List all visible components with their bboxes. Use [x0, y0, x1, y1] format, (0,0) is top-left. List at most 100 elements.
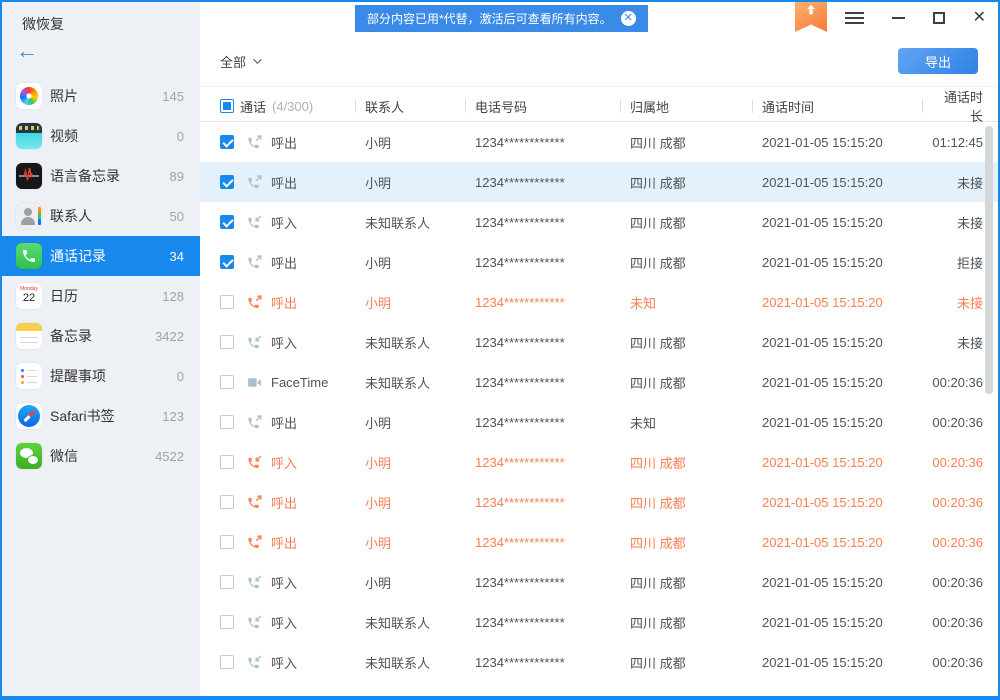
main-panel: 部分内容已用*代替，激活后可查看所有内容。 ✕ ✕ 全部 导出 [200, 2, 998, 696]
sidebar-item-voice-memos[interactable]: 语言备忘录 89 [2, 156, 200, 196]
call-time-cell: 2021-01-05 15:15:20 [752, 175, 922, 190]
row-checkbox[interactable] [220, 335, 234, 349]
duration-cell: 00:20:36 [922, 415, 998, 430]
call-time-cell: 2021-01-05 15:15:20 [752, 495, 922, 510]
sidebar-item-notes[interactable]: 备忘录 3422 [2, 316, 200, 356]
call-record-row[interactable]: 呼入 未知联系人 1234************ 四川 成都 2021-01-… [200, 202, 998, 242]
row-checkbox[interactable] [220, 415, 234, 429]
sidebar-item-safari-bookmarks[interactable]: Safari书签 123 [2, 396, 200, 436]
call-record-row[interactable]: FaceTime 未知联系人 1234************ 四川 成都 20… [200, 362, 998, 402]
row-checkbox[interactable] [220, 495, 234, 509]
sidebar-item-contacts[interactable]: 联系人 50 [2, 196, 200, 236]
call-record-row[interactable]: 呼入 小明 1234************ 四川 成都 2021-01-05 … [200, 442, 998, 482]
duration-cell: 00:20:36 [922, 535, 998, 550]
phone-number-cell: 1234************ [465, 175, 620, 190]
row-checkbox[interactable] [220, 175, 234, 189]
filter-dropdown[interactable]: 全部 [220, 52, 259, 71]
sidebar-nav: 照片 145 视频 0 语言备忘录 89 [2, 76, 200, 476]
phone-number-cell: 1234************ [465, 335, 620, 350]
sidebar-item-count: 128 [162, 289, 184, 304]
call-time-cell: 2021-01-05 15:15:20 [752, 615, 922, 630]
sidebar-item-calendar[interactable]: Monday 22 日历 128 [2, 276, 200, 316]
call-record-row[interactable]: 呼入 小明 1234************ 四川 成都 2021-01-05 … [200, 562, 998, 602]
duration-cell: 00:20:36 [922, 615, 998, 630]
close-icon[interactable]: ✕ [973, 10, 986, 26]
outgoing-call-icon [246, 414, 263, 431]
row-checkbox[interactable] [220, 655, 234, 669]
banner-close-icon[interactable]: ✕ [621, 11, 636, 26]
call-type-label: 呼出 [271, 493, 297, 512]
outgoing-call-icon [246, 534, 263, 551]
row-checkbox[interactable] [220, 215, 234, 229]
location-cell: 四川 成都 [620, 213, 752, 232]
menu-icon[interactable] [845, 12, 864, 24]
contact-cell: 小明 [355, 293, 465, 312]
location-cell: 四川 成都 [620, 133, 752, 152]
incoming-call-icon [246, 454, 263, 471]
call-type-label: 呼入 [271, 653, 297, 672]
contact-cell: 小明 [355, 573, 465, 592]
header-time-column: 通话时间 [752, 97, 922, 116]
row-checkbox[interactable] [220, 135, 234, 149]
select-all-checkbox[interactable] [220, 99, 234, 113]
duration-cell: 00:20:36 [922, 575, 998, 590]
titlebar: 部分内容已用*代替，激活后可查看所有内容。 ✕ ✕ [200, 2, 998, 36]
sidebar-item-wechat[interactable]: 微信 4522 [2, 436, 200, 476]
call-record-row[interactable]: 呼出 小明 1234************ 四川 成都 2021-01-05 … [200, 122, 998, 162]
row-checkbox[interactable] [220, 255, 234, 269]
call-record-row[interactable]: 呼入 未知联系人 1234************ 四川 成都 2021-01-… [200, 322, 998, 362]
wechat-icon [16, 443, 42, 469]
sidebar-item-videos[interactable]: 视频 0 [2, 116, 200, 156]
sidebar-item-count: 3422 [155, 329, 184, 344]
sidebar-item-reminders[interactable]: 提醒事项 0 [2, 356, 200, 396]
location-cell: 四川 成都 [620, 453, 752, 472]
call-time-cell: 2021-01-05 15:15:20 [752, 575, 922, 590]
call-type-label: 呼出 [271, 133, 297, 152]
call-record-row[interactable]: 呼出 小明 1234************ 四川 成都 2021-01-05 … [200, 522, 998, 562]
call-record-row[interactable]: 呼入 未知联系人 1234************ 四川 成都 2021-01-… [200, 602, 998, 642]
header-duration-column: 通话时长 [922, 87, 998, 125]
phone-number-cell: 1234************ [465, 295, 620, 310]
sidebar-item-count: 50 [170, 209, 184, 224]
scrollbar-thumb[interactable] [985, 126, 993, 394]
sidebar-item-label: 微信 [50, 446, 78, 466]
outgoing-call-icon [246, 494, 263, 511]
phone-number-cell: 1234************ [465, 495, 620, 510]
call-type-label: 呼出 [271, 293, 297, 312]
minimize-icon[interactable] [892, 17, 905, 19]
call-type-cell: 呼出 [200, 173, 355, 192]
contact-cell: 小明 [355, 413, 465, 432]
call-type-cell: 呼出 [200, 253, 355, 272]
sidebar-item-label: 联系人 [50, 206, 92, 226]
call-record-row[interactable]: 呼出 小明 1234************ 未知 2021-01-05 15:… [200, 402, 998, 442]
call-type-label: 呼入 [271, 333, 297, 352]
row-checkbox[interactable] [220, 455, 234, 469]
facetime-icon [246, 374, 263, 391]
call-type-label: 呼出 [271, 413, 297, 432]
row-checkbox[interactable] [220, 535, 234, 549]
row-checkbox[interactable] [220, 375, 234, 389]
call-record-row[interactable]: 呼出 小明 1234************ 四川 成都 2021-01-05 … [200, 162, 998, 202]
toolbar: 全部 导出 [200, 36, 998, 86]
sidebar-item-count: 4522 [155, 449, 184, 464]
row-checkbox[interactable] [220, 295, 234, 309]
row-checkbox[interactable] [220, 575, 234, 589]
sidebar-item-photos[interactable]: 照片 145 [2, 76, 200, 116]
call-record-row[interactable]: 呼出 小明 1234************ 未知 2021-01-05 15:… [200, 282, 998, 322]
back-arrow-icon[interactable]: ← [16, 38, 46, 66]
call-record-row[interactable]: 呼出 小明 1234************ 四川 成都 2021-01-05 … [200, 242, 998, 282]
row-checkbox[interactable] [220, 615, 234, 629]
upgrade-ribbon-icon[interactable] [795, 2, 827, 32]
call-record-row[interactable]: 呼入 未知联系人 1234************ 四川 成都 2021-01-… [200, 642, 998, 682]
location-cell: 四川 成都 [620, 493, 752, 512]
maximize-icon[interactable] [933, 12, 945, 24]
selection-count: (4/300) [272, 99, 313, 114]
sidebar-item-call-history[interactable]: 通话记录 34 [2, 236, 200, 276]
sidebar-item-label: 语言备忘录 [50, 166, 120, 186]
export-button[interactable]: 导出 [898, 48, 978, 74]
header-call-column: 通话 (4/300) [200, 97, 355, 116]
notes-icon [16, 323, 42, 349]
contact-cell: 未知联系人 [355, 373, 465, 392]
phone-number-cell: 1234************ [465, 415, 620, 430]
call-record-row[interactable]: 呼出 小明 1234************ 四川 成都 2021-01-05 … [200, 482, 998, 522]
